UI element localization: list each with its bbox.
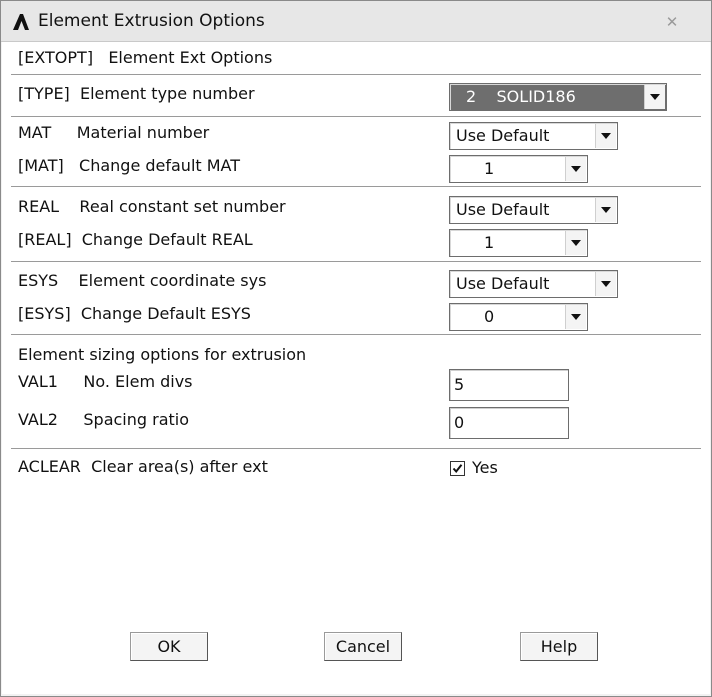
- change-esys-dropdown[interactable]: 0: [449, 303, 588, 331]
- val2-value: 0: [454, 413, 465, 432]
- val2-input[interactable]: 0: [449, 407, 569, 439]
- chevron-down-icon[interactable]: [565, 231, 586, 255]
- ok-button[interactable]: OK: [130, 632, 208, 661]
- separator: [11, 116, 701, 118]
- val2-label: VAL2 Spacing ratio: [18, 410, 190, 429]
- esys-dropdown[interactable]: Use Default: [449, 270, 618, 298]
- change-mat-label: [MAT] Change default MAT: [18, 156, 241, 175]
- chevron-down-icon[interactable]: [595, 198, 616, 222]
- mat-label: MAT Material number: [18, 123, 210, 142]
- val1-input[interactable]: 5: [449, 369, 569, 401]
- help-button[interactable]: Help: [520, 632, 598, 661]
- separator: [11, 448, 701, 450]
- element-type-value: 2 SOLID186: [466, 87, 576, 106]
- aclear-label: ACLEAR Clear area(s) after ext: [18, 457, 268, 476]
- change-real-dropdown[interactable]: 1: [449, 229, 588, 257]
- change-real-label: [REAL] Change Default REAL: [18, 230, 253, 249]
- change-esys-value: 0: [484, 307, 495, 326]
- dialog-body: [EXTOPT] Element Ext Options [TYPE] Elem…: [2, 42, 710, 694]
- chevron-down-icon[interactable]: [565, 157, 586, 181]
- sizing-heading: Element sizing options for extrusion: [18, 345, 307, 364]
- close-icon[interactable]: ✕: [659, 12, 685, 32]
- separator: [11, 186, 701, 188]
- separator: [11, 74, 701, 76]
- checkmark-icon: [452, 464, 463, 474]
- aclear-option-label[interactable]: Yes: [472, 458, 498, 477]
- chevron-down-icon[interactable]: [595, 124, 616, 148]
- extopt-label: [EXTOPT] Element Ext Options: [18, 48, 273, 67]
- element-type-dropdown[interactable]: 2 SOLID186: [449, 83, 667, 111]
- val1-label: VAL1 No. Elem divs: [18, 372, 193, 391]
- chevron-down-icon[interactable]: [644, 85, 665, 109]
- change-mat-value: 1: [484, 159, 495, 178]
- window-title: Element Extrusion Options: [38, 11, 265, 31]
- separator: [11, 334, 701, 336]
- aclear-checkbox[interactable]: [450, 461, 465, 476]
- mat-dropdown[interactable]: Use Default: [449, 122, 618, 150]
- esys-label: ESYS Element coordinate sys: [18, 271, 267, 290]
- esys-select-value: Use Default: [456, 274, 550, 293]
- chevron-down-icon[interactable]: [595, 272, 616, 296]
- title-bar[interactable]: Element Extrusion Options ✕: [1, 1, 711, 42]
- change-real-value: 1: [484, 233, 495, 252]
- real-label: REAL Real constant set number: [18, 197, 286, 216]
- real-dropdown[interactable]: Use Default: [449, 196, 618, 224]
- change-esys-label: [ESYS] Change Default ESYS: [18, 304, 251, 323]
- cancel-button[interactable]: Cancel: [324, 632, 402, 661]
- mat-select-value: Use Default: [456, 126, 550, 145]
- separator: [11, 261, 701, 263]
- change-mat-dropdown[interactable]: 1: [449, 155, 588, 183]
- real-select-value: Use Default: [456, 200, 550, 219]
- val1-value: 5: [454, 375, 465, 394]
- chevron-down-icon[interactable]: [565, 305, 586, 329]
- type-label: [TYPE] Element type number: [18, 84, 255, 103]
- ansys-logo-icon: [12, 13, 30, 31]
- element-extrusion-options-dialog: Element Extrusion Options ✕ [EXTOPT] Ele…: [0, 0, 712, 697]
